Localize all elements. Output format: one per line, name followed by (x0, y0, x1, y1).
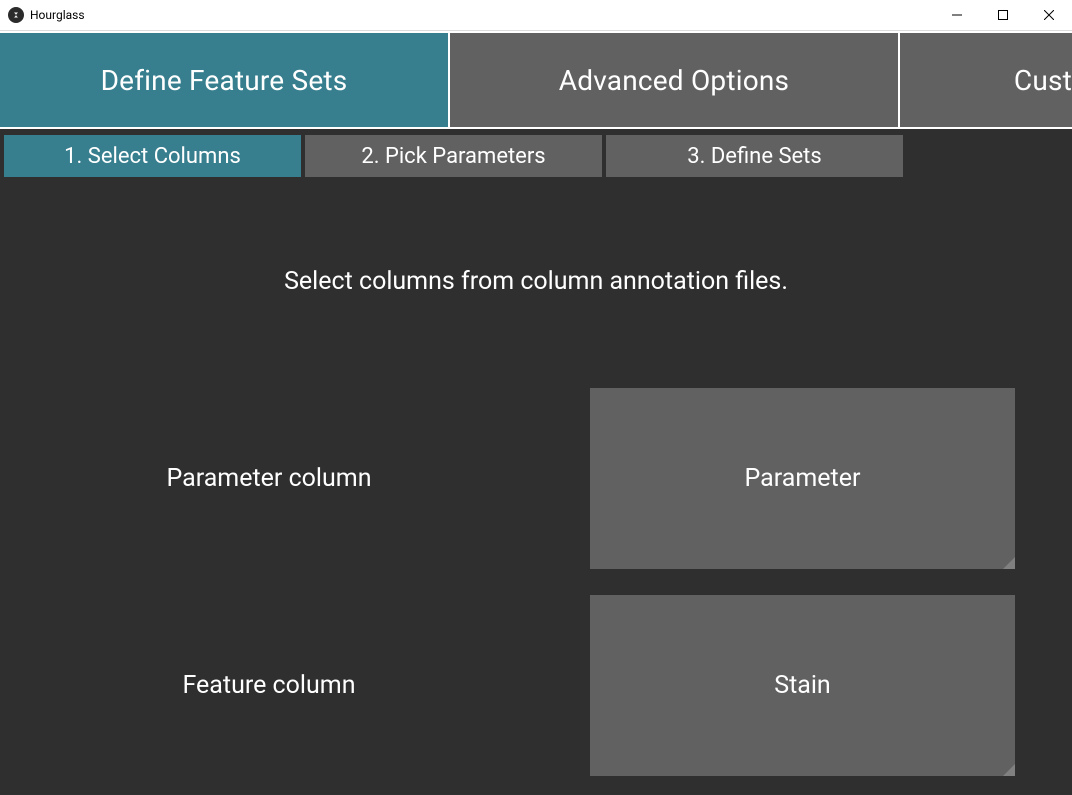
tab-custom[interactable]: Cust (900, 33, 1072, 127)
window-title: Hourglass (30, 8, 85, 22)
subtab-label: 1. Select Columns (64, 144, 241, 169)
sub-tab-bar: 1. Select Columns 2. Pick Parameters 3. … (4, 135, 1072, 177)
selector-feature-column[interactable]: Stain (590, 595, 1015, 776)
app-body: Define Feature Sets Advanced Options Cus… (0, 31, 1072, 795)
tab-label: Cust (1014, 64, 1072, 97)
selector-value: Parameter (745, 464, 861, 493)
instruction-text: Select columns from column annotation fi… (0, 267, 1072, 296)
maximize-button[interactable] (980, 0, 1026, 30)
subtab-select-columns[interactable]: 1. Select Columns (4, 135, 301, 177)
tab-advanced-options[interactable]: Advanced Options (450, 33, 900, 127)
subtab-define-sets[interactable]: 3. Define Sets (606, 135, 903, 177)
tab-label: Advanced Options (559, 64, 789, 97)
main-tab-bar: Define Feature Sets Advanced Options Cus… (0, 31, 1072, 129)
minimize-button[interactable] (934, 0, 980, 30)
column-selector-rows: Parameter column Parameter Feature colum… (0, 388, 1072, 776)
row-parameter-column: Parameter column Parameter (0, 388, 1072, 569)
label-feature-column: Feature column (0, 671, 538, 700)
close-button[interactable] (1026, 0, 1072, 30)
window-titlebar: Hourglass (0, 0, 1072, 31)
selector-parameter-column[interactable]: Parameter (590, 388, 1015, 569)
subtab-label: 2. Pick Parameters (361, 144, 545, 169)
titlebar-left: Hourglass (0, 7, 85, 23)
window-controls (934, 0, 1072, 30)
tab-define-feature-sets[interactable]: Define Feature Sets (0, 33, 450, 127)
tab-label: Define Feature Sets (101, 64, 348, 97)
control-wrap: Stain (538, 595, 1015, 776)
label-parameter-column: Parameter column (0, 464, 538, 493)
subtab-pick-parameters[interactable]: 2. Pick Parameters (305, 135, 602, 177)
control-wrap: Parameter (538, 388, 1015, 569)
row-feature-column: Feature column Stain (0, 595, 1072, 776)
app-icon (8, 7, 24, 23)
content-area: Select columns from column annotation fi… (0, 177, 1072, 776)
selector-value: Stain (774, 671, 831, 700)
subtab-label: 3. Define Sets (687, 144, 821, 169)
